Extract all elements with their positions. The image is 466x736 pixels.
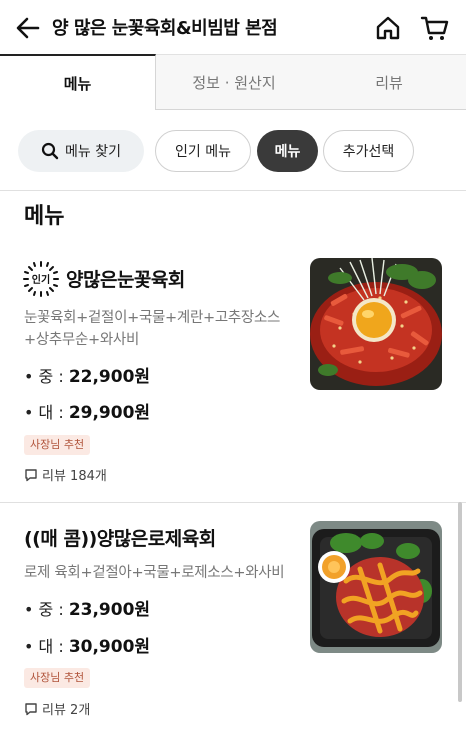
home-icon[interactable] [374,14,402,42]
review-count-text: 리뷰 184개 [42,469,107,484]
yukhoe-photo[interactable] [310,258,442,390]
popular-badge-text: 인기 [32,273,50,286]
tab-bar: 메뉴 정보 · 원산지 리뷰 [0,54,466,110]
back-arrow-icon[interactable] [14,14,42,42]
price-label: • 중 : [24,600,69,619]
menu-item-name: ((매 콤))양많은로제육회 [24,528,216,550]
review-count[interactable]: 리뷰 184개 [24,465,107,484]
speech-bubble-icon [25,702,37,715]
speech-bubble-icon [25,468,37,481]
owner-recommend-badge: 사장님 추천 [24,435,91,455]
search-icon [41,142,59,160]
tab-info-origin[interactable]: 정보 · 원산지 [156,54,312,110]
price-value: 29,900원 [68,403,151,423]
chip-popular-menu[interactable]: 인기 메뉴 [155,130,251,172]
price-medium: • 중 : 23,900원 [24,595,150,620]
price-large: • 대 : 29,900원 [24,398,150,423]
popular-badge-icon: 인기 [23,261,59,297]
menu-item-description: 눈꽃육회+겉절이+국물+계란+고추장소스+상추무순+와사비 [24,310,281,348]
cart-icon[interactable] [420,14,450,42]
menu-item-description: 로제 육회+겉절아+국물+로제소스+와사비 [24,565,285,581]
review-count-text: 리뷰 2개 [42,703,91,718]
owner-recommend-badge: 사장님 추천 [24,668,91,688]
tab-menu[interactable]: 메뉴 [0,54,156,110]
price-label: • 대 : [24,403,69,422]
price-large: • 대 : 30,900원 [24,632,150,657]
tab-reviews[interactable]: 리뷰 [312,54,466,110]
chip-menu[interactable]: 메뉴 [257,130,318,172]
scrollbar[interactable] [458,502,462,702]
section-title: 메뉴 [24,204,65,229]
price-value: 30,900원 [68,637,151,657]
price-value: 23,900원 [68,600,151,620]
review-count[interactable]: 리뷰 2개 [24,699,90,718]
rose-yukhoe-photo[interactable] [310,521,442,653]
menu-item-name: 양많은눈꽃육회 [66,269,185,291]
top-app-bar: 양 많은 눈꽃육회&비빔밥 본점 [0,0,466,56]
store-title: 양 많은 눈꽃육회&비빔밥 본점 [52,18,278,39]
divider [0,190,466,191]
price-value: 22,900원 [68,367,151,387]
price-label: • 중 : [24,367,69,386]
price-label: • 대 : [24,637,69,656]
menu-search-button[interactable]: 메뉴 찾기 [18,130,144,172]
chip-extra-options[interactable]: 추가선택 [323,130,414,172]
divider [0,502,466,503]
price-medium: • 중 : 22,900원 [24,362,150,387]
menu-search-label: 메뉴 찾기 [65,144,121,160]
